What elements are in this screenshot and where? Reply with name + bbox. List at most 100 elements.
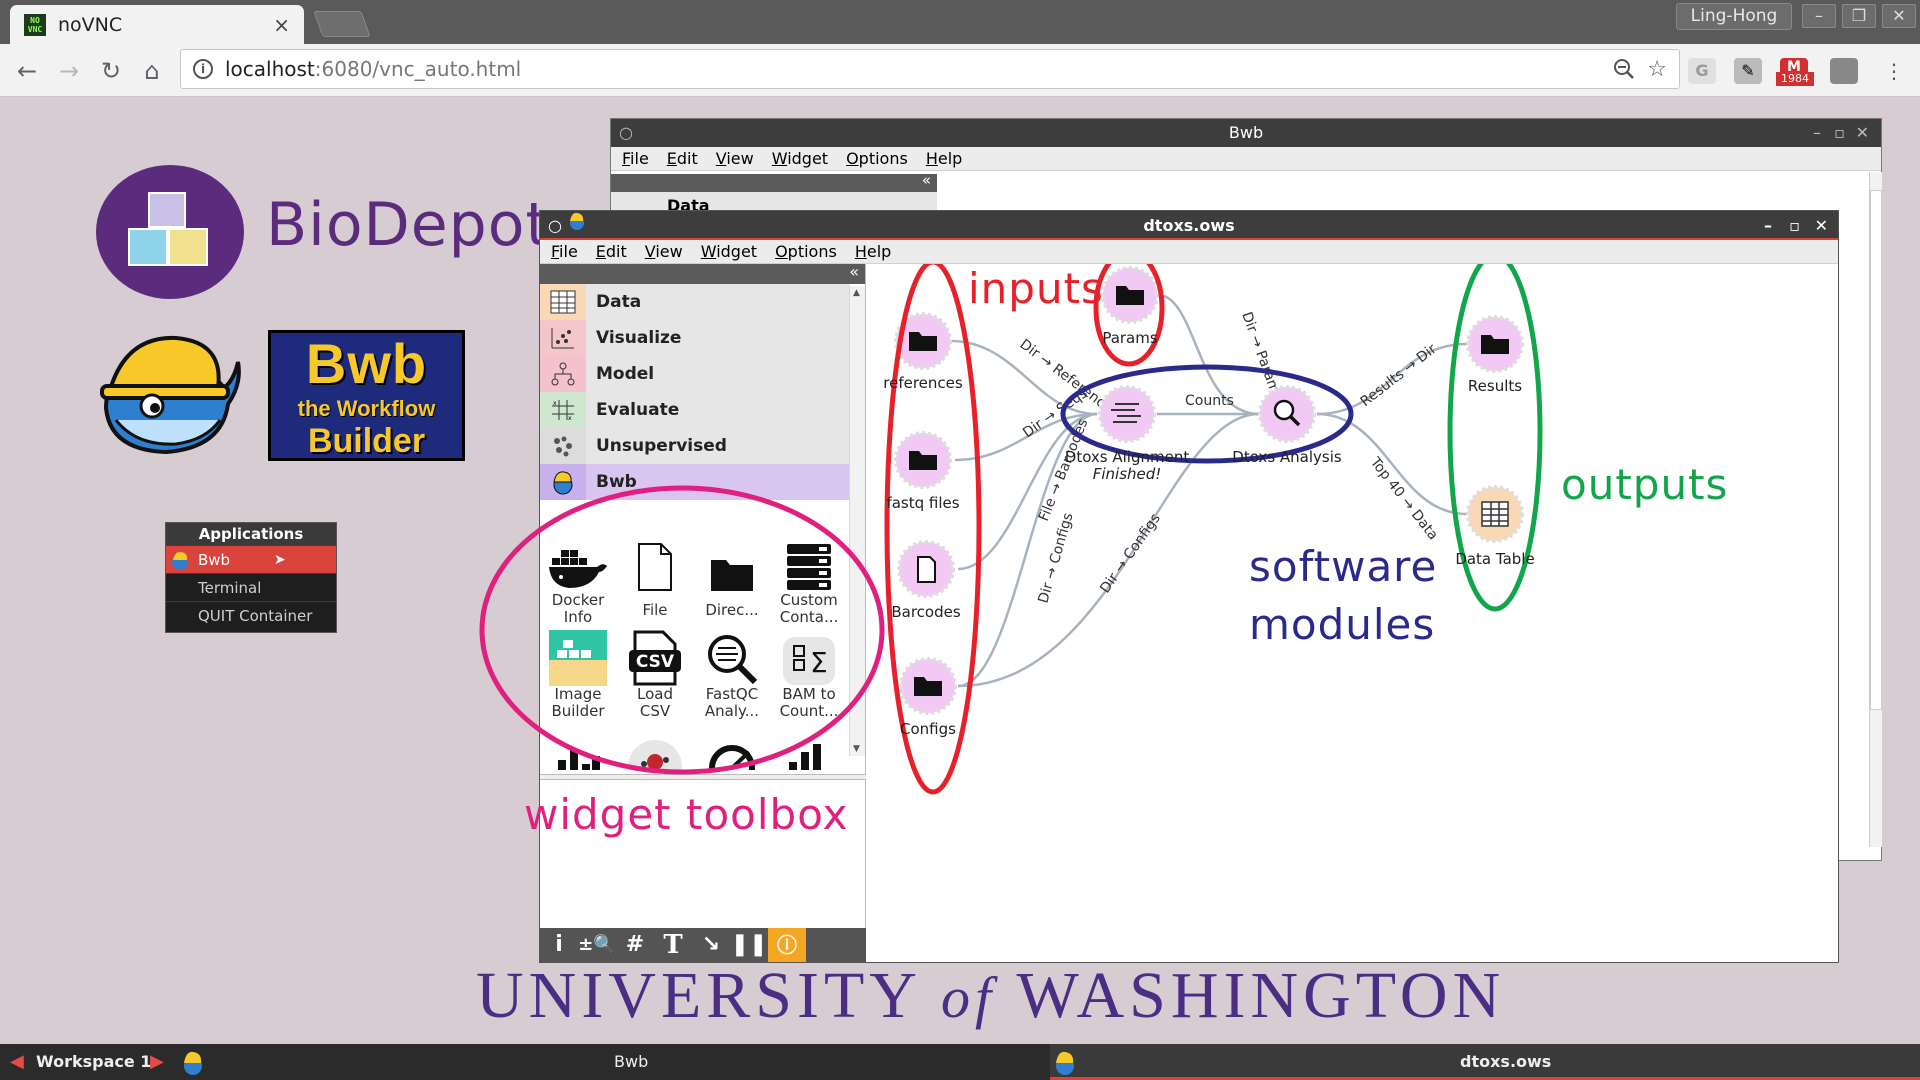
minimize-window-button[interactable]: – (1802, 4, 1836, 28)
arrow-annotation-icon[interactable]: ↘ (692, 928, 730, 962)
category-model[interactable]: Model (540, 355, 850, 392)
node-label-alignment: Dtoxs Alignment (1064, 448, 1190, 466)
edge-label-dir-configs-2: Dir → Configs (1097, 511, 1164, 597)
grid-icon[interactable]: # (616, 928, 654, 962)
node-configs[interactable] (899, 657, 957, 715)
menu-view[interactable]: View (707, 147, 763, 170)
menu-view[interactable]: View (636, 240, 692, 263)
annotation-modules: modules (1249, 600, 1436, 649)
pause-icon[interactable]: ❚❚ (730, 928, 768, 962)
gmail-extension-icon[interactable]: M 1984 (1776, 58, 1814, 86)
profile-button[interactable]: Ling-Hong (1676, 3, 1792, 30)
close-icon[interactable]: ✕ (1856, 119, 1869, 147)
menu-widget[interactable]: Widget (763, 147, 837, 170)
node-label-fastq: fastq files (886, 494, 960, 512)
zoom-icon[interactable] (1613, 58, 1635, 80)
node-label-configs: Configs (900, 720, 956, 738)
extension-pen-icon[interactable]: ✎ (1734, 58, 1762, 84)
reload-icon[interactable]: ↻ (96, 56, 126, 86)
node-dtoxs-alignment[interactable] (1098, 385, 1156, 443)
maximize-icon[interactable]: ▫ (1789, 211, 1800, 240)
node-label-barcodes: Barcodes (891, 603, 961, 621)
bwb-canvas-scrollbar[interactable] (1869, 172, 1882, 847)
extension-shield-icon[interactable] (1830, 58, 1858, 84)
text-annotation-icon[interactable]: T (654, 928, 692, 962)
restore-window-button[interactable]: ❐ (1842, 4, 1876, 28)
minimize-icon[interactable]: – (1764, 211, 1772, 240)
node-data-table[interactable] (1466, 485, 1524, 543)
bookmark-star-icon[interactable]: ☆ (1647, 57, 1667, 82)
category-data[interactable]: Data (540, 283, 850, 320)
data-category-icon (540, 283, 586, 320)
collapse-toolbox-icon[interactable]: « (849, 262, 859, 281)
node-dtoxs-analysis[interactable] (1258, 385, 1316, 443)
close-window-button[interactable]: ✕ (1882, 4, 1916, 28)
taskbar-task-dtoxs[interactable]: dtoxs.ows (1050, 1044, 1920, 1080)
dtoxs-window-title: dtoxs.ows (1143, 216, 1235, 235)
category-visualize[interactable]: Visualize (540, 319, 850, 356)
menu-file[interactable]: File (542, 240, 587, 263)
zoom-fit-icon[interactable]: ±🔍 (578, 928, 616, 962)
menu-edit[interactable]: Edit (658, 147, 707, 170)
gmail-badge-count: 1984 (1776, 72, 1814, 86)
taskbar-task-bwb[interactable]: Bwb (614, 1044, 648, 1080)
new-tab-button[interactable] (313, 11, 371, 37)
menu-help[interactable]: Help (917, 147, 971, 170)
menu-file[interactable]: File (613, 147, 658, 170)
extension-g-icon[interactable]: G (1688, 58, 1716, 84)
uw-of: of (941, 965, 997, 1030)
node-params[interactable] (1101, 266, 1159, 324)
home-icon[interactable]: ⌂ (137, 56, 167, 86)
canvas-tools-bar: i ±🔍 # T ↘ ❚❚ ⓘ (540, 928, 866, 962)
dtoxs-window-titlebar: ○ dtoxs.ows – ▫ ✕ (540, 211, 1838, 240)
forward-arrow-icon[interactable]: → (54, 56, 84, 86)
menu-edit[interactable]: Edit (587, 240, 636, 263)
edge-label-counts: Counts (1185, 393, 1234, 409)
node-label-params: Params (1102, 329, 1158, 347)
mouse-cursor-icon: ➤ (274, 552, 286, 568)
node-fastq[interactable] (894, 431, 952, 489)
bwb-partial-category[interactable]: Data (611, 192, 937, 210)
evaluate-category-icon: xx (540, 391, 586, 428)
next-workspace-icon[interactable]: ▶ (150, 1044, 164, 1080)
address-bar[interactable]: i localhost:6080/vnc_auto.html ☆ (180, 49, 1680, 89)
svg-text:x: x (568, 415, 572, 422)
node-results[interactable] (1466, 315, 1524, 373)
category-unsupervised[interactable]: Unsupervised (540, 427, 850, 464)
menu-help[interactable]: Help (846, 240, 900, 263)
menu-widget[interactable]: Widget (692, 240, 766, 263)
bwb-logo-subtitle: the Workflow (297, 395, 436, 421)
collapse-icon[interactable]: « (922, 171, 931, 189)
prev-workspace-icon[interactable]: ◀ (10, 1044, 24, 1080)
bwb-logo-builder: Builder (307, 421, 426, 460)
toolbox-header: « (540, 262, 865, 284)
edge-label-dir-configs-1: Dir → Configs (1035, 511, 1076, 605)
tab-close-icon[interactable]: × (273, 13, 290, 37)
node-barcodes[interactable] (897, 540, 955, 598)
bwb-launcher-icon[interactable] (178, 1048, 208, 1080)
tab-title: noVNC (58, 13, 123, 36)
bwb-window-menubar: File Edit View Widget Options Help (611, 147, 1881, 171)
workflow-canvas[interactable]: Dir → Params Dir → References Dir → Seqs… (867, 264, 1838, 962)
browser-tab-novnc[interactable]: NO VNC noVNC × (10, 5, 304, 44)
info-icon[interactable]: i (540, 928, 578, 962)
menu-item-label: Bwb (198, 551, 231, 569)
help-icon[interactable]: ⓘ (768, 928, 806, 962)
site-info-icon[interactable]: i (193, 59, 213, 79)
back-arrow-icon[interactable]: ← (12, 56, 42, 86)
node-label-data-table: Data Table (1455, 550, 1535, 568)
bwb-toolbox-header: « (611, 171, 937, 192)
menu-options[interactable]: Options (837, 147, 917, 170)
chrome-menu-icon[interactable]: ⋮ (1880, 58, 1908, 84)
bwb-app-icon (172, 551, 188, 570)
minimize-icon[interactable]: – (1813, 119, 1821, 147)
maximize-icon[interactable]: ▫ (1834, 119, 1845, 147)
window-menu-icon[interactable]: ○ (619, 119, 633, 147)
applications-menu-item-quit[interactable]: QUIT Container (166, 601, 336, 629)
menu-options[interactable]: Options (766, 240, 846, 263)
close-icon[interactable]: ✕ (1815, 211, 1828, 240)
category-evaluate[interactable]: xx Evaluate (540, 391, 850, 428)
window-menu-icon[interactable]: ○ (548, 211, 562, 240)
applications-menu-item-terminal[interactable]: Terminal (166, 573, 336, 601)
applications-menu-item-bwb[interactable]: Bwb ➤ (166, 545, 336, 573)
